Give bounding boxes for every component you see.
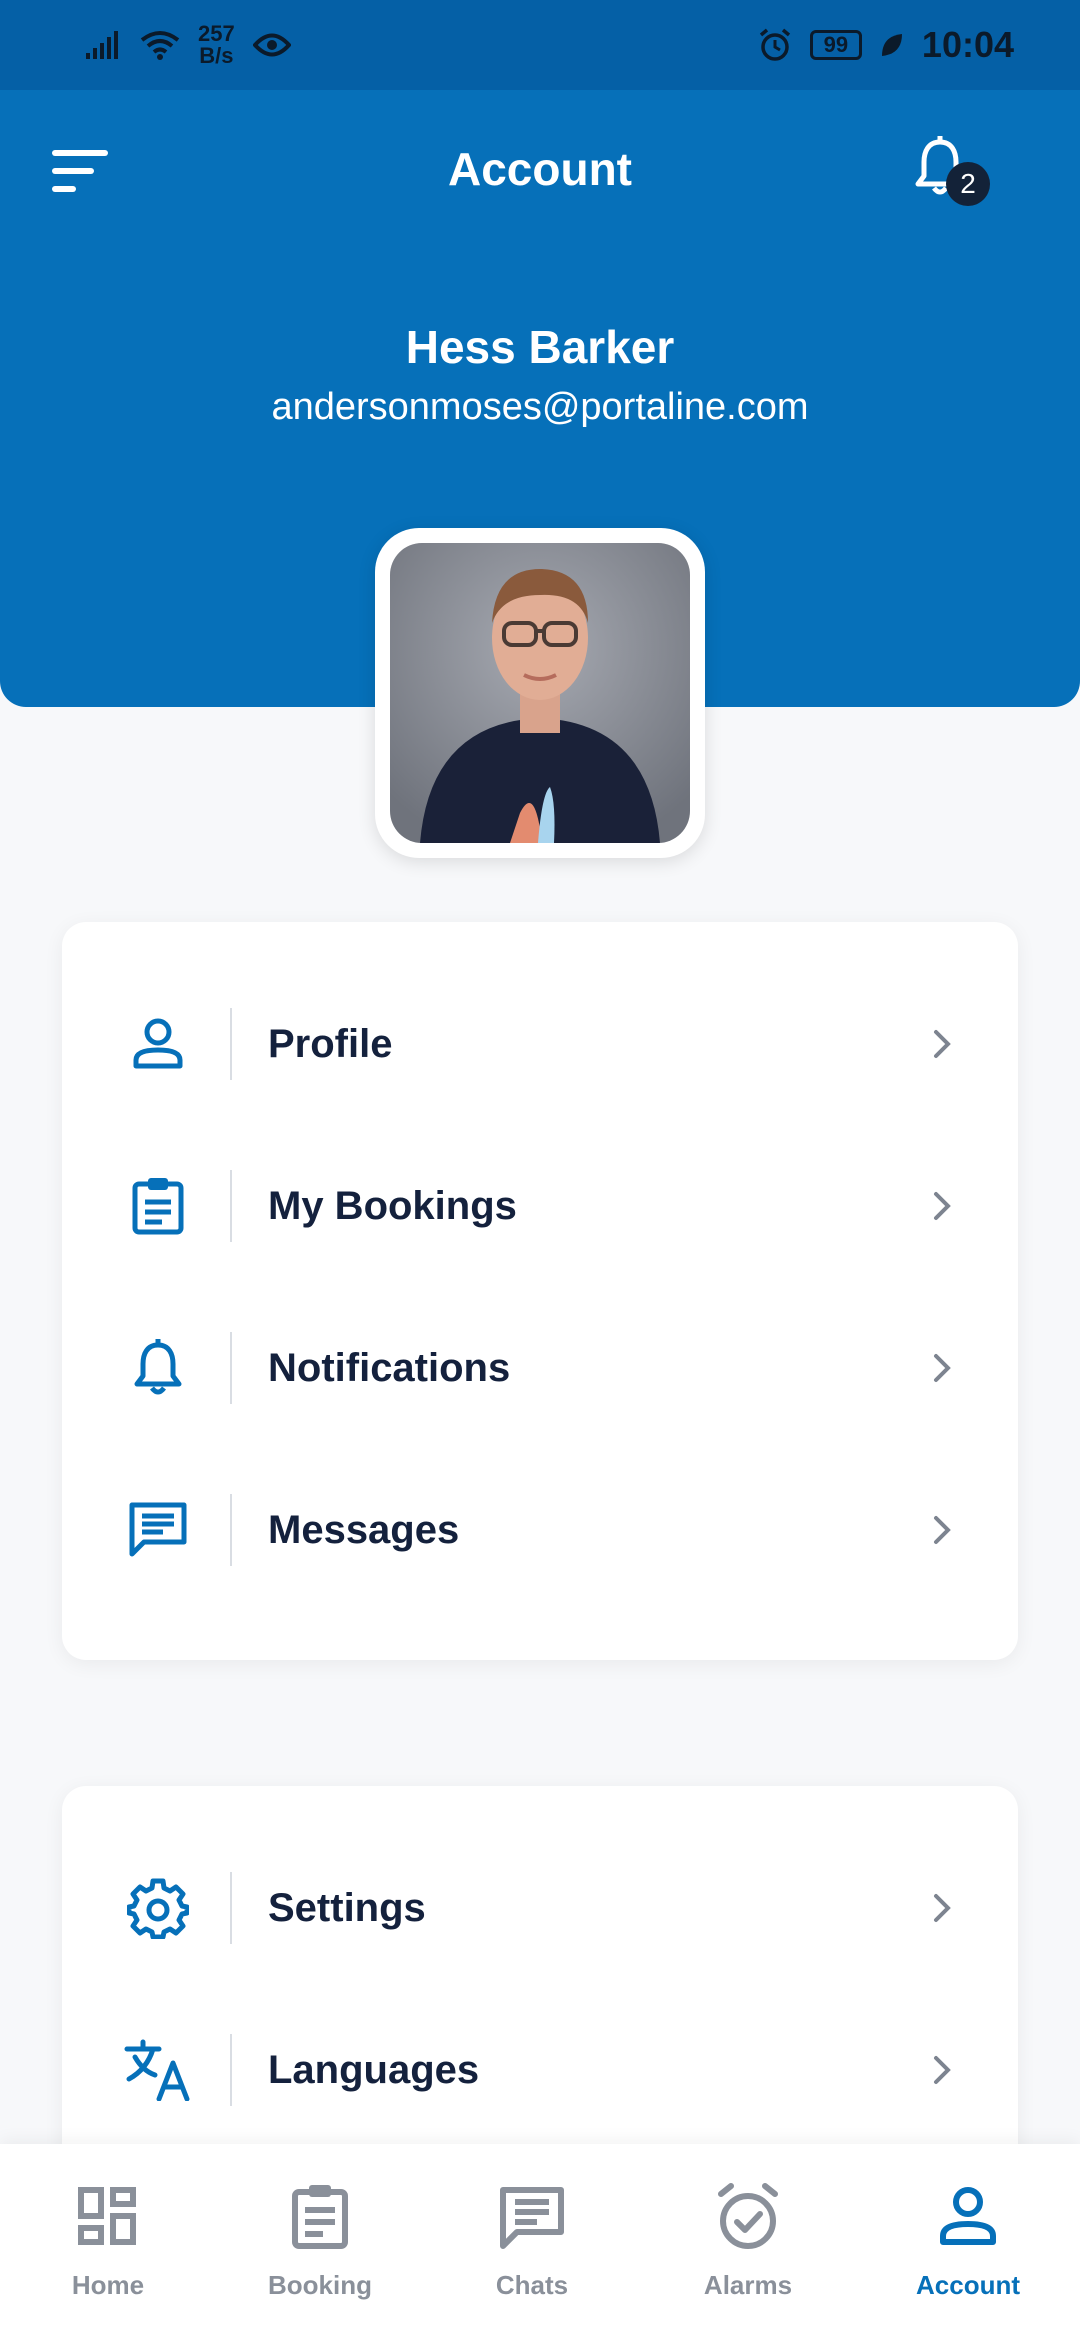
network-speed-unit: B/s [199, 43, 234, 68]
person-icon [120, 1006, 196, 1082]
menu-divider [230, 2034, 232, 2106]
menu-label: Profile [268, 1021, 393, 1066]
menu-divider [230, 1494, 232, 1566]
battery-indicator: 99 [809, 30, 862, 60]
menu-label: Settings [268, 1885, 426, 1930]
translate-icon [120, 2032, 196, 2108]
nav-account[interactable]: Account [860, 2144, 1076, 2340]
menu-label: Languages [268, 2047, 480, 2092]
bell-icon [120, 1330, 196, 1406]
signal-icon [86, 31, 118, 59]
menu-item-languages[interactable]: Languages [62, 2010, 1018, 2130]
menu-label: Notifications [268, 1345, 511, 1390]
avatar[interactable] [375, 528, 705, 858]
alarm-check-icon [718, 2183, 778, 2249]
network-speed: 257 B/s [198, 23, 235, 67]
status-left: 257 B/s [86, 23, 291, 67]
message-icon [120, 1492, 196, 1568]
account-menu-card: Profile My Bookings Notifications Messag… [62, 922, 1018, 1660]
nav-label: Home [71, 2270, 145, 2300]
clipboard-icon [292, 2185, 348, 2249]
nav-alarms[interactable]: Alarms [640, 2144, 856, 2340]
notification-badge: 2 [946, 162, 990, 206]
status-bar: 257 B/s 99 10:04 [0, 0, 1080, 90]
menu-divider [230, 1170, 232, 1242]
dashboard-icon [78, 2187, 136, 2245]
menu-item-my-bookings[interactable]: My Bookings [62, 1146, 1018, 1266]
chevron-right-icon [934, 1192, 951, 1220]
menu-label: Messages [268, 1507, 460, 1552]
status-right: 99 10:04 [758, 24, 1014, 66]
avatar-photo [390, 543, 690, 843]
nav-label: Booking [268, 2270, 372, 2300]
nav-home[interactable]: Home [0, 2144, 216, 2340]
bottom-nav: Home Booking Chats Alarms Account [0, 2144, 1080, 2340]
nav-label: Chats [495, 2270, 569, 2300]
gear-icon [120, 1870, 196, 1946]
nav-label: Alarms [703, 2270, 793, 2300]
person-icon [940, 2187, 996, 2245]
chevron-right-icon [934, 1030, 951, 1058]
clipboard-icon [120, 1168, 196, 1244]
clock: 10:04 [921, 24, 1014, 65]
menu-item-settings[interactable]: Settings [62, 1848, 1018, 1968]
user-name: Hess Barker [405, 321, 675, 373]
menu-divider [230, 1332, 232, 1404]
user-email: andersonmoses@portaline.com [271, 386, 809, 428]
chevron-right-icon [934, 1354, 951, 1382]
chevron-right-icon [934, 1894, 951, 1922]
nav-label: Account [916, 2270, 1020, 2300]
chevron-right-icon [934, 1516, 951, 1544]
eye-icon [252, 33, 291, 57]
chevron-right-icon [934, 2056, 951, 2084]
menu-divider [230, 1872, 232, 1944]
menu-item-messages[interactable]: Messages [62, 1470, 1018, 1590]
wifi-icon [140, 31, 180, 60]
menu-item-profile[interactable]: Profile [62, 984, 1018, 1104]
network-speed-value: 257 [198, 21, 235, 46]
nav-chats[interactable]: Chats [424, 2144, 640, 2340]
menu-item-notifications[interactable]: Notifications [62, 1308, 1018, 1428]
notification-button[interactable]: 2 [912, 136, 992, 216]
alarm-icon [759, 28, 791, 61]
leaf-icon [881, 34, 902, 56]
menu-label: My Bookings [268, 1183, 517, 1228]
nav-booking[interactable]: Booking [212, 2144, 428, 2340]
menu-divider [230, 1008, 232, 1080]
chat-icon [500, 2187, 564, 2249]
